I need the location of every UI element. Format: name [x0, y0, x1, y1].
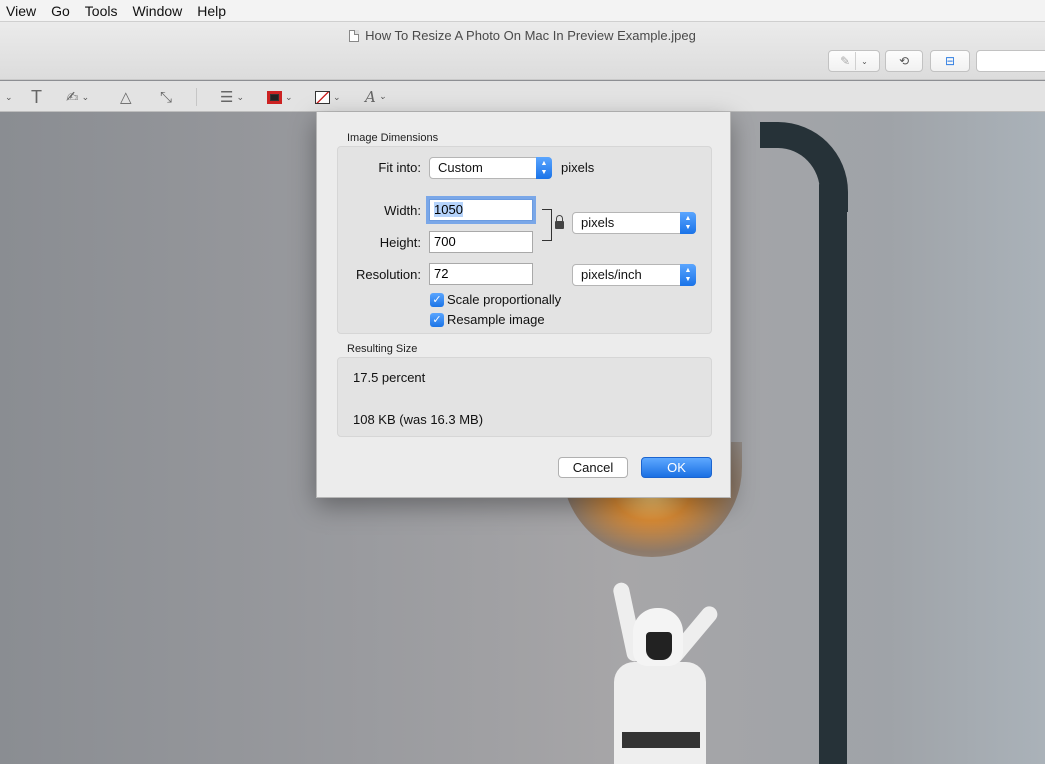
adjust-size-button[interactable]: ⤡	[160, 87, 172, 107]
pen-annotate-button[interactable]: ✎ ⌄	[828, 50, 880, 72]
resolution-unit-value: pixels/inch	[581, 267, 642, 282]
chevron-down-icon: ⌄	[81, 91, 90, 102]
menu-tools[interactable]: Tools	[79, 0, 127, 22]
resample-image-checkbox[interactable]: ✓	[430, 313, 444, 327]
chevron-down-icon: ⌄	[236, 91, 244, 102]
shapes-dropdown[interactable]: ⌄	[2, 87, 13, 107]
text-style-icon: A	[365, 88, 376, 106]
figure-face	[646, 632, 672, 660]
window-title: How To Resize A Photo On Mac In Preview …	[365, 28, 696, 43]
menu-help[interactable]: Help	[191, 0, 235, 22]
lamp-pole	[819, 182, 847, 764]
chevron-down-icon: ⌄	[5, 91, 13, 102]
toolbox-button[interactable]: ⊟	[930, 50, 970, 72]
adjust-size-icon: ⤡	[160, 88, 173, 106]
width-value: 1050	[434, 202, 463, 217]
popup-stepper-icon: ▲ ▼	[536, 157, 552, 179]
height-field[interactable]: 700	[429, 231, 533, 253]
rotate-icon: ⟲	[898, 54, 910, 68]
text-tool-button[interactable]: T	[31, 87, 42, 107]
figure-body	[614, 662, 706, 764]
adjust-color-icon: △	[120, 89, 132, 106]
cancel-button[interactable]: Cancel	[558, 457, 628, 478]
resulting-size-label: Resulting Size	[347, 343, 418, 355]
size-unit-value: pixels	[581, 215, 615, 230]
toolbox-icon: ⊟	[944, 54, 956, 68]
fill-color-button[interactable]: ⌄	[315, 87, 341, 107]
document-icon	[349, 30, 360, 42]
chevron-down-icon: ⌄	[861, 56, 868, 66]
fill-color-icon	[315, 90, 330, 104]
border-color-button[interactable]: ⌄	[267, 87, 293, 107]
scale-proportionally-label[interactable]: Scale proportionally	[447, 292, 561, 307]
width-label: Width:	[384, 203, 421, 218]
resolution-label: Resolution:	[355, 267, 421, 282]
markup-toolbar: ⌄ T ✍ ⌄ △ ⤡ ☰ ⌄ ⌄ ⌄ A ⌄	[0, 81, 1045, 112]
text-tool-icon: T	[31, 86, 42, 107]
adjust-color-button[interactable]: △	[120, 87, 132, 107]
resolution-unit-popup[interactable]: pixels/inch ▲ ▼	[572, 264, 696, 286]
fit-into-value: Custom	[438, 160, 483, 175]
result-percent: 17.5 percent	[353, 370, 426, 385]
adjust-size-dialog: Image Dimensions Fit into: Custom ▲ ▼ pix…	[316, 112, 731, 498]
border-color-icon	[267, 90, 282, 104]
signature-tool-icon: ✍	[66, 89, 79, 106]
resample-image-label[interactable]: Resample image	[447, 312, 545, 327]
text-style-button[interactable]: A ⌄	[365, 87, 386, 107]
image-dimensions-label: Image Dimensions	[347, 132, 439, 144]
resolution-field[interactable]: 72	[429, 263, 533, 285]
fit-into-popup[interactable]: Custom ▲ ▼	[429, 157, 552, 179]
resulting-size-group: 17.5 percent 108 KB (was 16.3 MB)	[337, 357, 712, 437]
menu-view[interactable]: View	[0, 0, 45, 22]
chevron-down-icon: ⌄	[285, 91, 293, 102]
search-field[interactable]	[976, 50, 1045, 72]
menu-bar: View Go Tools Window Help	[0, 0, 1045, 22]
result-file-size: 108 KB (was 16.3 MB)	[353, 412, 484, 427]
chevron-down-icon: ⌄	[333, 91, 341, 102]
dimensions-group: Fit into: Custom ▲ ▼ pixels Width: 1050 H…	[337, 146, 712, 334]
proportion-bracket	[542, 209, 552, 241]
rotate-button[interactable]: ⟲	[885, 50, 923, 72]
fit-into-unit: pixels	[561, 160, 595, 175]
toolbar-separator	[855, 52, 857, 70]
size-unit-popup[interactable]: pixels ▲ ▼	[572, 212, 696, 234]
menu-go[interactable]: Go	[45, 0, 79, 22]
scale-proportionally-checkbox[interactable]: ✓	[430, 293, 444, 307]
toolbar-separator	[196, 88, 197, 106]
menu-window[interactable]: Window	[126, 0, 191, 22]
chevron-down-icon: ⌄	[378, 92, 387, 102]
pen-annotate-icon: ✎	[840, 54, 851, 68]
line-style-icon: ☰	[220, 89, 234, 106]
line-style-button[interactable]: ☰ ⌄	[220, 87, 244, 107]
popup-stepper-icon: ▲ ▼	[680, 212, 696, 234]
signature-tool-button[interactable]: ✍ ⌄	[66, 87, 89, 107]
ok-button[interactable]: OK	[641, 457, 712, 478]
fit-into-label: Fit into:	[378, 160, 421, 175]
width-field[interactable]: 1050	[429, 199, 533, 221]
popup-stepper-icon: ▲ ▼	[680, 264, 696, 286]
window-titlebar: How To Resize A Photo On Mac In Preview …	[0, 22, 1045, 80]
figure-belt	[622, 732, 700, 748]
lock-icon[interactable]	[555, 215, 564, 229]
window-title-wrap: How To Resize A Photo On Mac In Preview …	[0, 28, 1045, 43]
height-label: Height:	[379, 235, 421, 250]
